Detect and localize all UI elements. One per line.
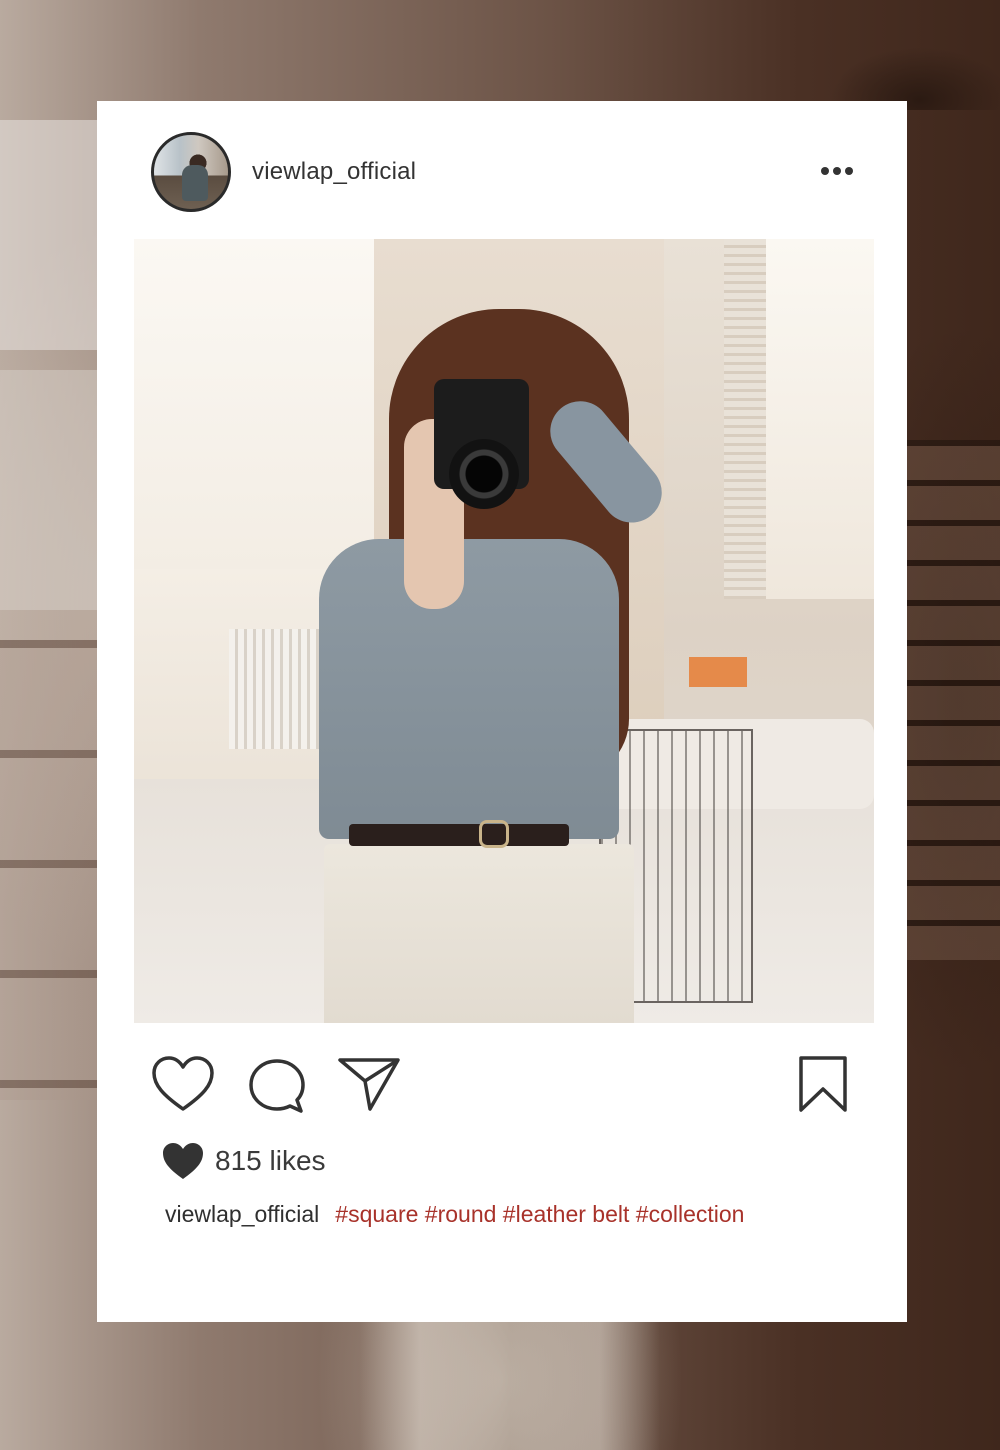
- background-lamp: [800, 0, 1000, 110]
- photo-shutter: [724, 239, 766, 599]
- photo-orange-box: [689, 657, 747, 687]
- dot: [833, 167, 841, 175]
- background-arches: [907, 440, 1000, 960]
- photo-window-left: [134, 239, 374, 569]
- background-window: [0, 120, 97, 350]
- caption-username[interactable]: viewlap_official: [165, 1201, 319, 1227]
- background-figure-legs: [360, 1322, 660, 1450]
- avatar[interactable]: [151, 132, 231, 212]
- dot: [821, 167, 829, 175]
- post-caption: viewlap_official #square #round #leather …: [165, 1201, 744, 1228]
- likes-unit: likes: [269, 1145, 326, 1176]
- more-options-icon[interactable]: [819, 163, 855, 179]
- post-photo[interactable]: [134, 239, 874, 1023]
- bookmark-outline-icon[interactable]: [797, 1055, 849, 1113]
- likes-number: 815: [215, 1145, 262, 1176]
- photo-figure-pants: [324, 844, 634, 1023]
- post-username[interactable]: viewlap_official: [252, 158, 416, 186]
- heart-outline-icon[interactable]: [151, 1055, 215, 1113]
- post-card: viewlap_official 815 likes viewlap_offic…: [97, 101, 907, 1322]
- photo-leather-belt: [349, 824, 569, 846]
- comment-bubble-icon[interactable]: [247, 1057, 307, 1115]
- likes-count: 815 likes: [215, 1145, 326, 1177]
- dot: [845, 167, 853, 175]
- heart-filled-icon: [163, 1143, 203, 1179]
- photo-camera-lens: [449, 439, 519, 509]
- likes-row[interactable]: 815 likes: [161, 1141, 326, 1181]
- photo-figure-sweater: [319, 539, 619, 839]
- paper-plane-icon[interactable]: [337, 1055, 401, 1113]
- photo-belt-buckle: [479, 820, 509, 848]
- avatar-figure: [182, 165, 208, 201]
- background-shelf: [0, 640, 97, 1100]
- background-window-lower: [0, 370, 97, 610]
- caption-hashtags[interactable]: #square #round #leather belt #collection: [335, 1201, 744, 1227]
